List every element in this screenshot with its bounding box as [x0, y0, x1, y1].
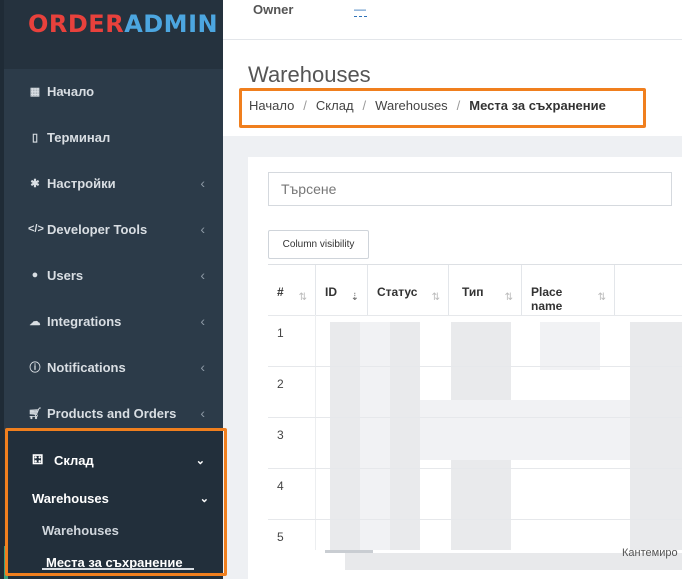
row-divider: [268, 468, 682, 469]
header-divider: [268, 315, 682, 316]
sidebar-item-terminal[interactable]: ▯ Терминал: [4, 114, 223, 160]
page-title: Warehouses: [248, 62, 371, 87]
column-visibility-button[interactable]: Column visibility: [268, 230, 369, 259]
app-logo[interactable]: ORDERADMIN: [28, 10, 218, 38]
cell-text-partial: Кантемиро: [622, 547, 678, 559]
horizontal-scrollbar-thumb[interactable]: [325, 550, 373, 553]
sidebar-item-label: Терминал: [47, 129, 111, 145]
logo-part-order: ORDER: [28, 10, 125, 38]
sort-desc-icon: ⇣: [350, 292, 359, 303]
sort-icon: ⇅: [504, 292, 513, 303]
redacted-cells: [540, 322, 600, 370]
sidebar-item-label: Products and Orders: [47, 405, 177, 421]
row-index: 3: [277, 428, 284, 442]
sidebar-item-label: Начало: [47, 83, 95, 99]
chevron-left-icon: ‹: [200, 221, 205, 237]
chevron-left-icon: ‹: [200, 359, 205, 375]
column-header-index[interactable]: # ⇅: [268, 265, 316, 315]
chevron-left-icon: ‹: [200, 267, 205, 283]
owner-selector[interactable]: —: [354, 2, 367, 17]
column-header-id[interactable]: ID ⇣: [316, 265, 368, 315]
chevron-left-icon: ‹: [200, 405, 205, 421]
user-icon: ●: [31, 269, 39, 281]
sort-icon: ⇅: [431, 292, 440, 303]
column-header-label: Place name: [531, 285, 563, 313]
highlight-box-sidebar: [5, 428, 227, 576]
search-input[interactable]: [268, 172, 672, 206]
tablet-icon: ▯: [31, 131, 39, 144]
sidebar-item-users[interactable]: ● Users ‹: [4, 252, 223, 298]
sidebar-item-settings[interactable]: ✱ Настройки ‹: [4, 160, 223, 206]
sidebar-item-integrations[interactable]: ☁ Integrations ‹: [4, 298, 223, 344]
row-index: 2: [277, 377, 284, 391]
column-header-label: Статус: [377, 285, 418, 299]
sidebar-item-developer-tools[interactable]: </> Developer Tools ‹: [4, 206, 223, 252]
redacted-cells: [390, 322, 420, 550]
redacted-cells: [420, 400, 630, 460]
sidebar-item-label: Настройки: [47, 175, 116, 191]
column-header-place-name[interactable]: Place name ⇅: [522, 265, 615, 315]
logo-part-admin: ADMIN: [124, 10, 219, 38]
chevron-left-icon: ‹: [200, 313, 205, 329]
cloud-icon: ☁: [29, 315, 41, 328]
redacted-cells: [330, 322, 360, 550]
redacted-cells: [630, 322, 682, 550]
sidebar-item-label: Developer Tools: [47, 221, 148, 237]
row-divider: [268, 519, 682, 520]
column-header-status[interactable]: Статус ⇅: [368, 265, 449, 315]
column-header-type[interactable]: Тип ⇅: [449, 265, 522, 315]
chevron-left-icon: ‹: [200, 175, 205, 191]
info-icon: ⓘ: [29, 362, 41, 374]
sort-icon: ⇅: [298, 292, 307, 303]
sort-icon: ⇅: [597, 292, 606, 303]
sidebar-item-home[interactable]: ▦ Начало: [4, 68, 223, 114]
logo-area: ORDERADMIN: [4, 0, 223, 69]
column-divider: [315, 315, 316, 550]
column-header-label: #: [277, 285, 284, 299]
cart-icon: 🛒︎: [28, 407, 42, 420]
row-divider: [268, 417, 682, 418]
grid-icon: ▦: [29, 85, 41, 98]
column-header-label: Тип: [462, 285, 484, 299]
sidebar-item-notifications[interactable]: ⓘ Notifications ‹: [4, 344, 223, 390]
gear-icon: ✱: [30, 177, 40, 190]
code-icon: </>: [28, 223, 44, 235]
sidebar-item-label: Integrations: [47, 313, 122, 329]
highlight-box-breadcrumb: [239, 88, 646, 128]
owner-label: Owner: [253, 2, 294, 17]
column-header-label: ID: [325, 285, 337, 299]
row-index: 1: [277, 326, 284, 340]
sidebar-item-label: Users: [47, 267, 84, 283]
row-index: 5: [277, 530, 284, 544]
row-divider: [268, 366, 682, 367]
sidebar-item-label: Notifications: [47, 359, 126, 375]
row-index: 4: [277, 479, 284, 493]
redacted-cells: [360, 322, 390, 550]
